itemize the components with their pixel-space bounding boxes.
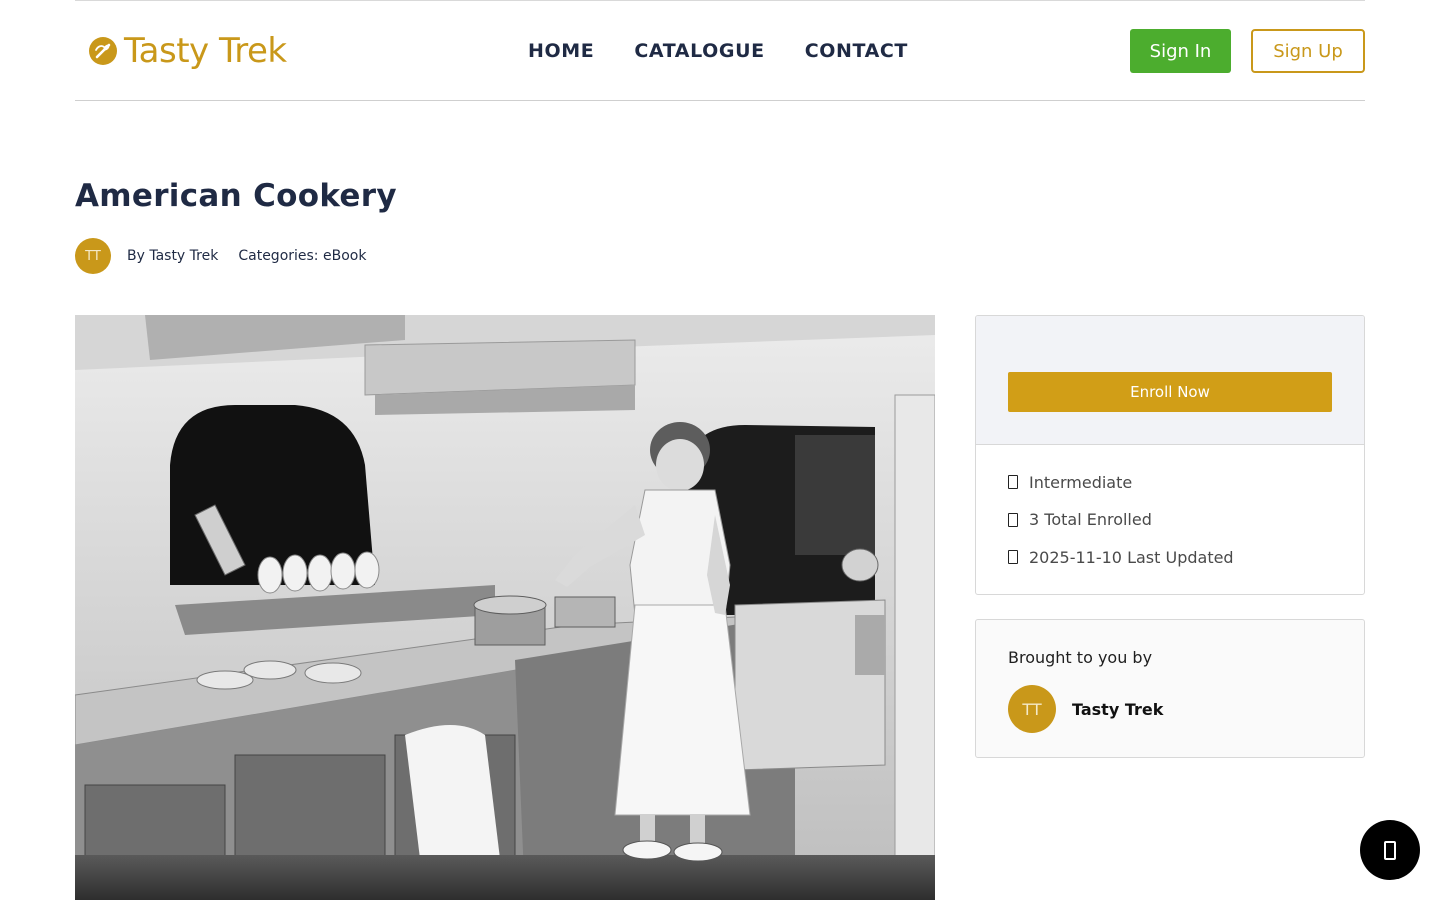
- course-cover-image: [75, 315, 935, 900]
- author-byline: By Tasty Trek: [127, 248, 219, 264]
- course-categories: Categories: eBook: [238, 248, 367, 264]
- course-level-text: Intermediate: [1029, 472, 1133, 492]
- main-nav: HOME CATALOGUE CONTACT: [528, 39, 908, 63]
- course-info-list: Intermediate 3 Total Enrolled 2025-11-10…: [976, 445, 1364, 567]
- nav-catalogue[interactable]: CATALOGUE: [634, 39, 764, 63]
- enroll-now-button[interactable]: Enroll Now: [1008, 372, 1332, 412]
- author-card-avatar[interactable]: TT: [1008, 685, 1056, 733]
- users-icon: [1008, 512, 1018, 527]
- logo-icon: [89, 37, 117, 65]
- page-title: American Cookery: [75, 178, 397, 214]
- course-enrolled-count: 3 Total Enrolled: [1008, 510, 1332, 530]
- sign-in-button[interactable]: Sign In: [1130, 29, 1231, 73]
- course-level: Intermediate: [1008, 472, 1332, 492]
- level-icon: [1008, 475, 1018, 489]
- enroll-card-header: Enroll Now: [976, 316, 1364, 445]
- chat-button[interactable]: [1360, 820, 1420, 880]
- kitchen-photo: [75, 315, 935, 900]
- site-logo[interactable]: Tasty Trek: [88, 31, 287, 71]
- author-card: Brought to you by TT Tasty Trek: [975, 619, 1365, 758]
- course-enrolled-text: 3 Total Enrolled: [1029, 510, 1152, 529]
- course-last-updated: 2025-11-10 Last Updated: [1008, 547, 1332, 567]
- logo-text: Tasty Trek: [124, 31, 287, 71]
- nav-home[interactable]: HOME: [528, 39, 594, 63]
- course-last-updated-text: 2025-11-10 Last Updated: [1029, 547, 1234, 567]
- calendar-icon: [1008, 550, 1018, 564]
- site-header: Tasty Trek HOME CATALOGUE CONTACT Sign I…: [75, 1, 1365, 101]
- course-meta: TT By Tasty Trek Categories: eBook: [75, 238, 366, 274]
- sign-up-button[interactable]: Sign Up: [1251, 29, 1365, 73]
- author-avatar[interactable]: TT: [75, 238, 111, 274]
- nav-contact[interactable]: CONTACT: [805, 39, 908, 63]
- enroll-card: Enroll Now Intermediate 3 Total Enrolled…: [975, 315, 1365, 595]
- author-card-heading: Brought to you by: [1008, 648, 1153, 667]
- chat-icon: [1384, 840, 1396, 860]
- author-card-name[interactable]: Tasty Trek: [1072, 700, 1163, 719]
